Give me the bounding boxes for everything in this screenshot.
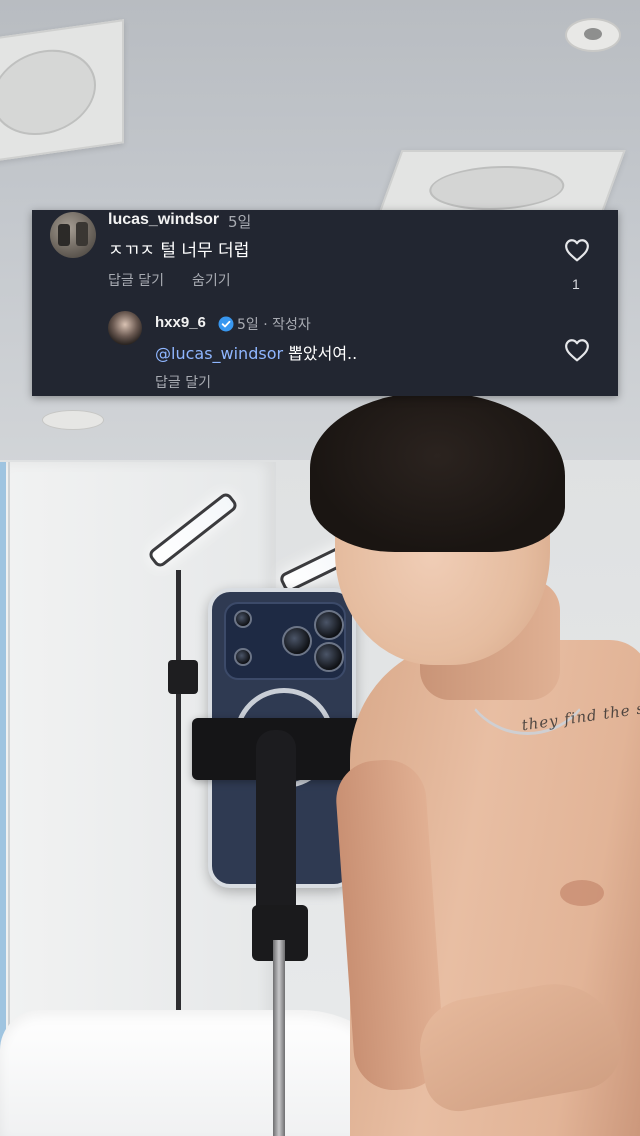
- verified-badge-icon: [218, 316, 234, 332]
- camera-lens: [234, 648, 252, 666]
- wardrobe-edge: [8, 462, 10, 1062]
- camera-lens: [314, 610, 344, 640]
- reply-author-username[interactable]: hxx9_6: [155, 314, 206, 331]
- reply-text: @lucas_windsor 뽑았서여..: [155, 340, 357, 364]
- comment-thread-overlay: lucas_windsor 5일 ㅈㄲㅈ 털 너무 더럽 1 답글 달기 숨기기…: [32, 210, 618, 396]
- heart-outline-icon[interactable]: [564, 238, 590, 262]
- mention-link[interactable]: @lucas_windsor: [155, 344, 283, 363]
- commenter-avatar[interactable]: [50, 212, 96, 258]
- camera-lens: [282, 626, 312, 656]
- video-background: they find the sun: [0, 0, 640, 1136]
- comment-like-count: 1: [572, 276, 580, 292]
- smoke-detector: [42, 410, 104, 430]
- camera-lens: [314, 642, 344, 672]
- reply-button[interactable]: 답글 달기: [108, 270, 164, 290]
- reply-to-reply-button[interactable]: 답글 달기: [155, 372, 211, 392]
- ceiling-light: [565, 18, 621, 52]
- tripod-pole: [273, 940, 285, 1136]
- camera-module: [224, 602, 346, 680]
- reply-meta: 5일 · 작성자: [237, 317, 311, 333]
- camera-lens: [234, 610, 252, 628]
- lamp-pole: [176, 570, 181, 1040]
- ceiling-vent: [0, 19, 124, 165]
- ceiling-vent: [378, 150, 626, 214]
- lamp-pole: [168, 660, 198, 694]
- reply-author-avatar[interactable]: [108, 311, 142, 345]
- comment-age: 5일: [228, 213, 252, 231]
- hide-button[interactable]: 숨기기: [192, 270, 231, 290]
- comment-text: ㅈㄲㅈ 털 너무 더럽: [108, 241, 250, 261]
- commenter-username[interactable]: lucas_windsor: [108, 211, 219, 229]
- person-chest: [560, 880, 604, 906]
- reply-message: 뽑았서여..: [288, 344, 358, 363]
- heart-outline-icon[interactable]: [564, 338, 590, 362]
